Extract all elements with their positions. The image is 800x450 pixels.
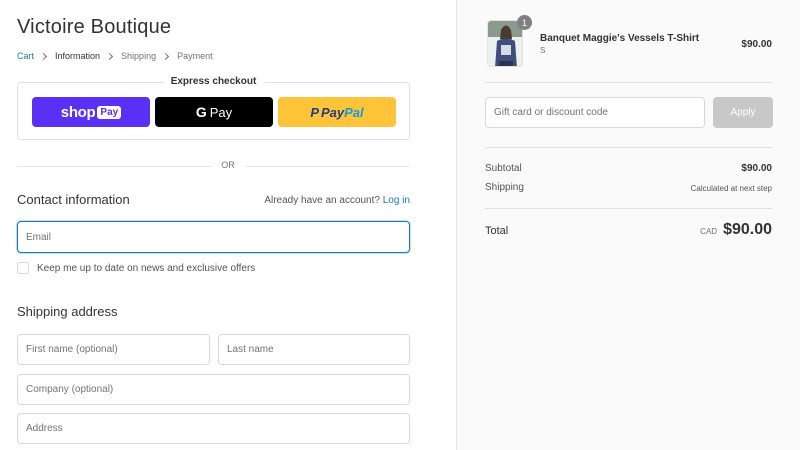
total-value: $90.00 xyxy=(723,221,772,238)
login-link[interactable]: Log in xyxy=(383,195,410,206)
google-g-icon: G xyxy=(195,104,207,120)
summary-divider xyxy=(485,82,773,83)
shop-pay-badge: Pay xyxy=(97,105,122,119)
last-name-input[interactable] xyxy=(227,344,401,355)
express-checkout-label: Express checkout xyxy=(162,76,265,87)
product-price: $90.00 xyxy=(741,39,772,50)
summary-divider xyxy=(485,208,773,209)
first-name-input[interactable] xyxy=(26,344,201,355)
account-prompt-text: Already have an account? xyxy=(264,195,380,206)
product-name: Banquet Maggie's Vessels T-Shirt xyxy=(540,33,700,44)
company-field[interactable] xyxy=(17,374,410,405)
discount-code-field[interactable] xyxy=(485,97,705,128)
breadcrumb-cart[interactable]: Cart xyxy=(17,51,34,61)
shipping-heading: Shipping address xyxy=(17,304,118,319)
total-amount: CAD $90.00 xyxy=(700,221,772,239)
currency-code: CAD xyxy=(700,227,718,236)
google-pay-button[interactable]: G Pay xyxy=(155,97,273,127)
breadcrumb-shipping: Shipping xyxy=(121,51,157,61)
email-input[interactable] xyxy=(26,231,401,243)
newsletter-checkbox[interactable] xyxy=(17,262,29,274)
newsletter-label: Keep me up to date on news and exclusive… xyxy=(37,262,256,274)
chevron-right-icon xyxy=(162,52,170,60)
paypal-logo-pal: Pal xyxy=(344,104,364,120)
chevron-right-icon xyxy=(39,52,48,60)
shop-pay-button[interactable]: shop Pay xyxy=(32,97,150,127)
shop-pay-logo: shop xyxy=(60,103,96,121)
account-prompt: Already have an account? Log in xyxy=(264,195,410,206)
subtotal-label: Subtotal xyxy=(485,163,522,174)
discount-code-input[interactable] xyxy=(494,107,696,118)
product-image-icon xyxy=(488,21,522,66)
paypal-logo-pay: Pay xyxy=(321,104,345,120)
shipping-value: Calculated at next step xyxy=(690,184,772,193)
last-name-field[interactable] xyxy=(218,334,410,365)
paypal-icon: P xyxy=(310,104,319,120)
or-divider-text: OR xyxy=(211,160,245,170)
subtotal-value: $90.00 xyxy=(741,163,772,174)
address-input[interactable] xyxy=(26,423,401,434)
product-variant: S xyxy=(540,46,546,55)
contact-heading: Contact information xyxy=(17,192,130,207)
apply-button[interactable]: Apply xyxy=(713,97,773,128)
breadcrumb-information: Information xyxy=(55,51,101,61)
first-name-field[interactable] xyxy=(17,334,210,365)
store-title[interactable]: Victoire Boutique xyxy=(17,16,171,39)
google-pay-label: Pay xyxy=(209,104,233,120)
breadcrumb: Cart Information Shipping Payment xyxy=(17,51,213,61)
breadcrumb-payment: Payment xyxy=(177,51,213,61)
chevron-right-icon xyxy=(106,52,114,60)
total-label: Total xyxy=(485,225,509,237)
paypal-button[interactable]: P Pay Pal xyxy=(278,97,396,127)
email-field[interactable] xyxy=(17,221,410,253)
shipping-label: Shipping xyxy=(485,182,524,193)
address-field[interactable] xyxy=(17,413,410,444)
newsletter-option[interactable]: Keep me up to date on news and exclusive… xyxy=(17,262,255,274)
summary-divider xyxy=(485,147,773,148)
checkout-main: Victoire Boutique Cart Information Shipp… xyxy=(0,0,456,450)
express-checkout: Express checkout shop Pay G Pay P Pay Pa… xyxy=(17,76,410,140)
quantity-badge: 1 xyxy=(517,15,532,30)
company-input[interactable] xyxy=(26,384,401,395)
order-summary: 1 Banquet Maggie's Vessels T-Shirt S $90… xyxy=(456,0,800,450)
